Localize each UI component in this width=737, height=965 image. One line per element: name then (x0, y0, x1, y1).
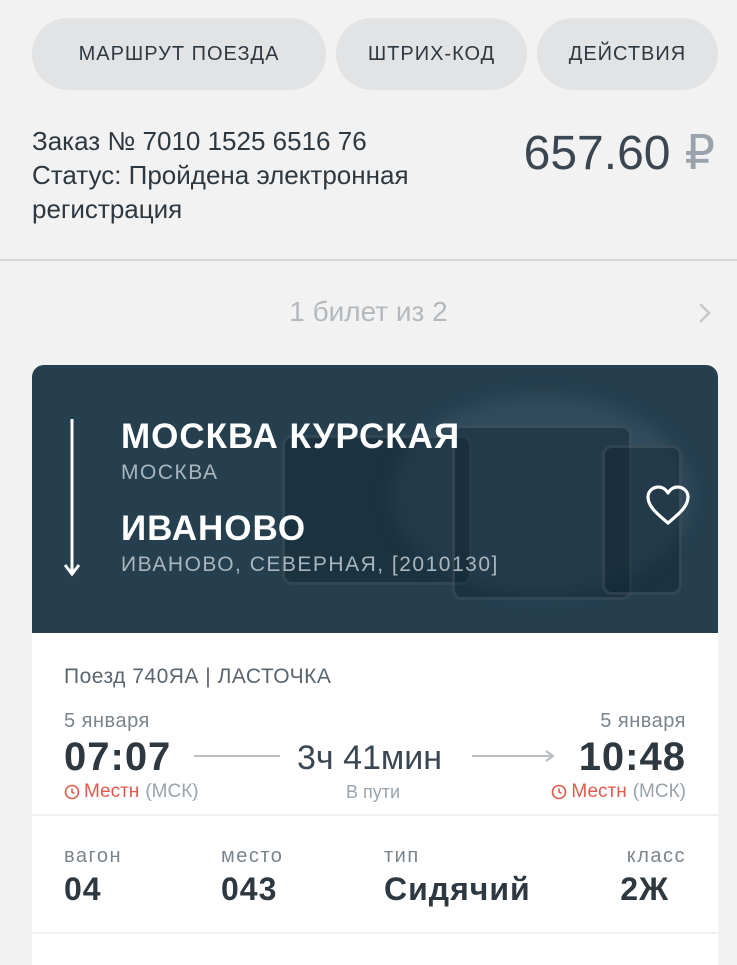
currency-symbol: ₽ (684, 127, 715, 180)
local-time-label: Местн (84, 781, 140, 802)
arrival-city: ИВАНОВО, СЕВЕРНАЯ, [2010130] (121, 553, 499, 576)
seat-label: место (221, 845, 284, 867)
class-value: 2Ж (620, 871, 669, 907)
divider (0, 259, 737, 261)
type-label: тип (384, 845, 420, 867)
departure-time: 07:07 (64, 735, 172, 779)
in-transit-label: В пути (346, 782, 401, 802)
tab-actions[interactable]: ДЕЙСТВИЯ (537, 18, 718, 90)
arrow-right-icon (545, 750, 555, 762)
tab-train-route[interactable]: МАРШРУТ ПОЕЗДА (32, 18, 326, 90)
arrival-timezone: Местн (МСК) (551, 781, 686, 803)
msk-label: (МСК) (145, 781, 199, 802)
departure-timezone: Местн (МСК) (64, 781, 199, 803)
action-tabs: МАРШРУТ ПОЕЗДА ШТРИХ-КОД ДЕЙСТВИЯ (32, 18, 718, 90)
divider (32, 814, 718, 816)
departure-city: МОСКВА (121, 461, 219, 484)
chevron-right-icon[interactable] (695, 300, 715, 326)
trip-duration: 3ч 41мин (297, 739, 443, 777)
arrival-station: ИВАНОВО (121, 509, 307, 548)
route-direction-icon (63, 419, 81, 577)
clock-icon (64, 784, 80, 800)
order-number: Заказ № 7010 1525 6516 76 (32, 126, 367, 156)
order-info: Заказ № 7010 1525 6516 76 Статус: Пройде… (32, 124, 482, 226)
msk-label: (МСК) (632, 781, 686, 802)
type-value: Сидячий (384, 871, 531, 907)
car-value: 04 (64, 871, 102, 907)
ticket-card: МОСКВА КУРСКАЯ МОСКВА ИВАНОВО ИВАНОВО, С… (32, 365, 718, 965)
clock-icon (552, 784, 567, 800)
order-price: 657.60 ₽ (524, 124, 715, 184)
departure-station: МОСКВА КУРСКАЯ (121, 417, 461, 456)
ticket-counter: 1 билет из 2 (289, 296, 448, 327)
car-label: вагон (64, 845, 123, 867)
local-time-label: Местн (571, 781, 627, 802)
divider (32, 932, 718, 934)
order-status: Статус: Пройдена электронная регистрация (32, 160, 409, 224)
train-info: Поезд 740ЯА | ЛАСТОЧКА (64, 665, 332, 688)
heart-icon[interactable] (644, 483, 692, 527)
timeline-right (472, 755, 552, 757)
arrival-date: 5 января (600, 710, 686, 732)
price-value: 657.60 (523, 127, 671, 180)
departure-date: 5 января (64, 710, 150, 732)
class-label: класс (626, 845, 686, 867)
tab-barcode[interactable]: ШТРИХ-КОД (336, 18, 527, 90)
timeline-left (194, 755, 280, 757)
arrival-time: 10:48 (578, 735, 686, 779)
route-hero: МОСКВА КУРСКАЯ МОСКВА ИВАНОВО ИВАНОВО, С… (32, 365, 718, 633)
seat-value: 043 (221, 871, 278, 907)
